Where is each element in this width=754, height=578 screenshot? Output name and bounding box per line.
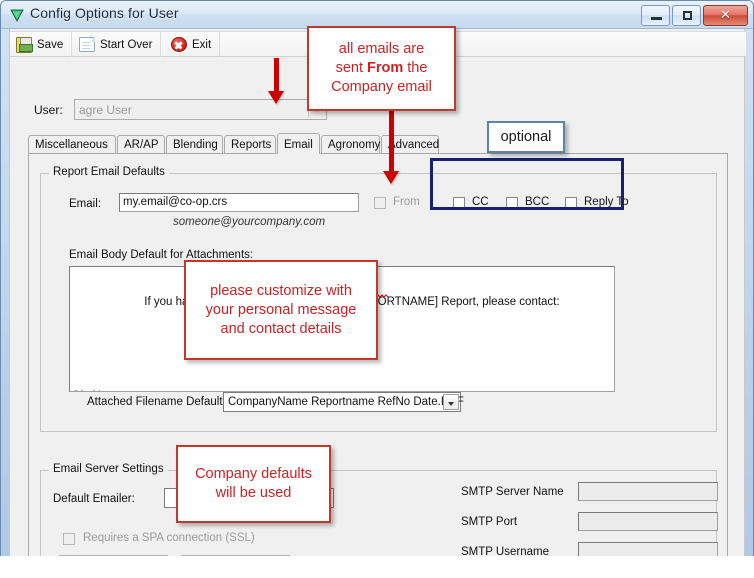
blank-page-icon — [79, 37, 95, 52]
minimize-icon — [651, 17, 662, 20]
torn-paper-edge — [0, 556, 754, 578]
user-select[interactable]: agre User — [74, 99, 327, 120]
chevron-down-icon[interactable] — [443, 394, 459, 410]
user-label: User: — [34, 103, 63, 117]
arrow-to-from-checkbox — [381, 108, 401, 184]
exit-button[interactable]: Exit — [165, 32, 221, 57]
tab-miscellaneous[interactable]: Miscellaneous — [28, 135, 116, 153]
callout-from-line1: all emails are — [338, 41, 425, 57]
exit-button-label: Exit — [192, 38, 212, 51]
start-over-button-label: Start Over — [100, 38, 153, 51]
spa-ssl-checkbox[interactable] — [63, 533, 75, 545]
callout-company-defaults: Company defaults will be used — [176, 445, 331, 523]
window-title: Config Options for User — [30, 5, 179, 21]
from-checkbox[interactable] — [374, 197, 386, 209]
save-button-label: Save — [37, 38, 64, 51]
email-input[interactable]: my.email@co-op.crs — [119, 193, 359, 212]
attached-filename-value: CompanyName Reportname RefNo Date.PDF — [228, 396, 464, 408]
smtp-server-name-label: SMTP Server Name — [461, 486, 564, 498]
maximize-icon — [683, 11, 692, 20]
from-checkbox-label: From — [393, 196, 420, 208]
report-email-defaults-group: Report Email Defaults Email: my.email@co… — [40, 166, 717, 432]
callout-from-line2: sent From the — [335, 60, 428, 76]
tab-page-email: Report Email Defaults Email: my.email@co… — [28, 153, 728, 578]
start-over-button[interactable]: Start Over — [72, 32, 162, 57]
callout-from-company-email: all emails are sent From the Company ema… — [307, 26, 456, 111]
config-options-window: Config Options for User ✕ Save Start Ove… — [0, 0, 754, 578]
smtp-server-name-input[interactable] — [578, 482, 718, 501]
close-icon: ✕ — [720, 8, 731, 23]
tab-ar-ap[interactable]: AR/AP — [117, 135, 165, 153]
title-bar: Config Options for User ✕ — [1, 1, 753, 29]
arrow-to-email-tab — [266, 58, 286, 104]
save-button[interactable]: Save — [10, 32, 73, 57]
maximize-button[interactable] — [672, 5, 701, 26]
spa-ssl-label: Requires a SPA connection (SSL) — [83, 532, 255, 544]
triangle-down-icon — [10, 9, 24, 23]
minimize-button[interactable] — [641, 5, 670, 26]
smtp-port-label: SMTP Port — [461, 516, 518, 528]
close-button[interactable]: ✕ — [703, 5, 748, 26]
attached-filename-label: Attached Filename Default: — [87, 396, 226, 408]
email-label: Email: — [69, 198, 101, 210]
callout-optional: optional — [487, 121, 565, 153]
tab-bar: Miscellaneous AR/AP Blending Reports Ema… — [28, 133, 728, 154]
default-emailer-label: Default Emailer: — [53, 493, 135, 505]
attached-filename-select[interactable]: CompanyName Reportname RefNo Date.PDF — [223, 392, 464, 412]
callout-customize-body: please customize with your personal mess… — [184, 260, 378, 360]
tab-agronomy[interactable]: Agronomy — [321, 135, 380, 153]
tab-blending[interactable]: Blending — [166, 135, 223, 153]
user-select-value: agre User — [79, 103, 132, 117]
smtp-port-input[interactable] — [578, 512, 718, 531]
window-controls: ✕ — [639, 5, 748, 26]
tab-reports[interactable]: Reports — [224, 135, 276, 153]
red-x-circle-icon — [171, 37, 187, 52]
floppy-disk-icon — [16, 36, 33, 53]
callout-from-line3: Company email — [331, 79, 432, 95]
email-server-settings-legend: Email Server Settings — [49, 463, 168, 475]
report-email-defaults-legend: Report Email Defaults — [49, 166, 169, 178]
highlight-cc-bcc-replyto — [430, 158, 624, 210]
tab-email[interactable]: Email — [277, 133, 320, 154]
email-hint: someone@yourcompany.com — [173, 216, 326, 228]
